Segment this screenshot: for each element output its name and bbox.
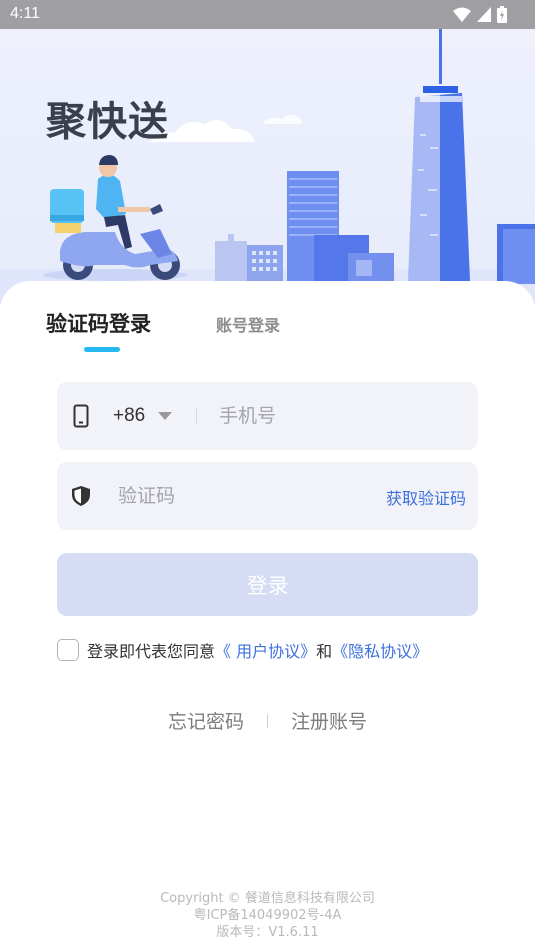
code-field: 获取验证码 xyxy=(57,462,478,530)
shield-icon xyxy=(70,484,92,508)
copyright-text: Copyright © 餐道信息科技有限公司 xyxy=(160,891,375,906)
agreement-row: 登录即代表您同意 《 用户协议》 和 《隐私协议》 xyxy=(57,638,428,662)
hero-banner: 聚快送 xyxy=(0,29,535,304)
field-divider xyxy=(196,408,197,424)
privacy-policy-link[interactable]: 《隐私协议》 xyxy=(332,638,428,662)
icp-text: 粤ICP备14049902号-4A xyxy=(193,908,342,923)
bottom-links: 忘记密码 注册账号 xyxy=(0,707,535,734)
app-logo: 聚快送 xyxy=(46,99,169,145)
tab-sms-login[interactable]: 验证码登录 xyxy=(46,308,151,338)
agreement-checkbox[interactable] xyxy=(57,639,79,661)
agreement-conjunction: 和 xyxy=(316,642,333,661)
login-card: 验证码登录 账号登录 +86 获取验证码 登录 登录即代表您同意 《 用户协议》… xyxy=(0,281,535,951)
chevron-down-icon[interactable] xyxy=(158,412,172,420)
agreement-text: 登录即代表您同意 xyxy=(87,642,216,661)
link-divider xyxy=(267,713,268,728)
signal-icon xyxy=(477,7,491,26)
phone-field: +86 xyxy=(57,382,478,450)
country-code-selector[interactable]: +86 xyxy=(113,405,145,427)
hero-illustration xyxy=(0,29,535,304)
phone-icon xyxy=(70,404,92,428)
forgot-password-link[interactable]: 忘记密码 xyxy=(168,707,244,734)
version-text: 版本号：V1.6.11 xyxy=(216,925,319,940)
tab-account-login[interactable]: 账号登录 xyxy=(216,312,280,336)
status-time: 4:11 xyxy=(10,5,40,22)
register-link[interactable]: 注册账号 xyxy=(291,707,367,734)
login-button[interactable]: 登录 xyxy=(57,553,478,616)
get-code-button[interactable]: 获取验证码 xyxy=(386,485,466,509)
status-bar: 4:11 xyxy=(0,0,535,29)
active-tab-indicator xyxy=(84,347,120,352)
phone-input[interactable] xyxy=(219,402,459,430)
status-icons xyxy=(453,6,507,27)
footer: Copyright © 餐道信息科技有限公司 粤ICP备14049902号-4A… xyxy=(0,890,535,941)
verification-code-input[interactable] xyxy=(118,482,358,510)
battery-icon xyxy=(497,6,507,27)
wifi-icon xyxy=(453,7,471,26)
user-agreement-link[interactable]: 《 用户协议》 xyxy=(215,638,316,662)
